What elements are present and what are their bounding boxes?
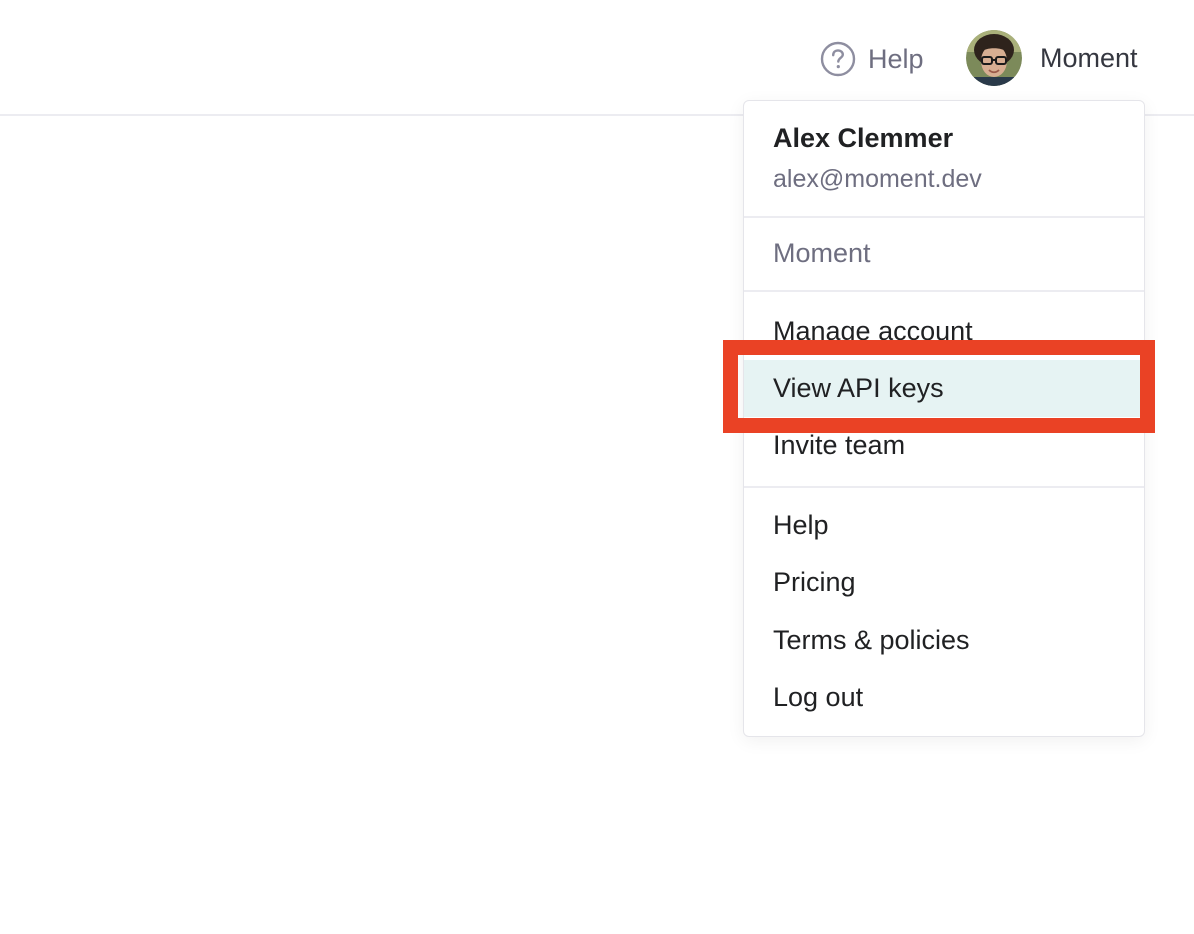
menu-divider	[744, 486, 1144, 488]
top-bar: Help Moment	[0, 0, 1194, 116]
user-email: alex@moment.dev	[773, 165, 982, 193]
org-name: Moment	[773, 238, 871, 268]
menu-item-view-api-keys[interactable]: View API keys	[744, 360, 1144, 417]
help-label: Help	[868, 43, 924, 74]
menu-item-log-out[interactable]: Log out	[744, 669, 1144, 726]
account-name: Moment	[1040, 42, 1138, 73]
user-name: Alex Clemmer	[773, 123, 954, 153]
account-dropdown-menu: Alex Clemmer alex@moment.dev Moment Mana…	[743, 100, 1145, 737]
menu-item-terms-policies[interactable]: Terms & policies	[744, 612, 1144, 669]
menu-item-help[interactable]: Help	[744, 497, 1144, 554]
menu-user-header: Alex Clemmer alex@moment.dev	[744, 101, 1144, 218]
menu-item-invite-team[interactable]: Invite team	[744, 417, 1144, 474]
account-menu-button[interactable]: Moment	[966, 29, 1138, 87]
avatar	[966, 30, 1022, 86]
menu-item-manage-account[interactable]: Manage account	[744, 303, 1144, 360]
org-section[interactable]: Moment	[744, 218, 1144, 292]
page: Help Moment Alex Clemmer alex@moment.dev…	[0, 0, 1194, 934]
question-circle-icon	[820, 41, 856, 77]
menu-item-pricing[interactable]: Pricing	[744, 554, 1144, 611]
help-link[interactable]: Help	[820, 40, 924, 78]
